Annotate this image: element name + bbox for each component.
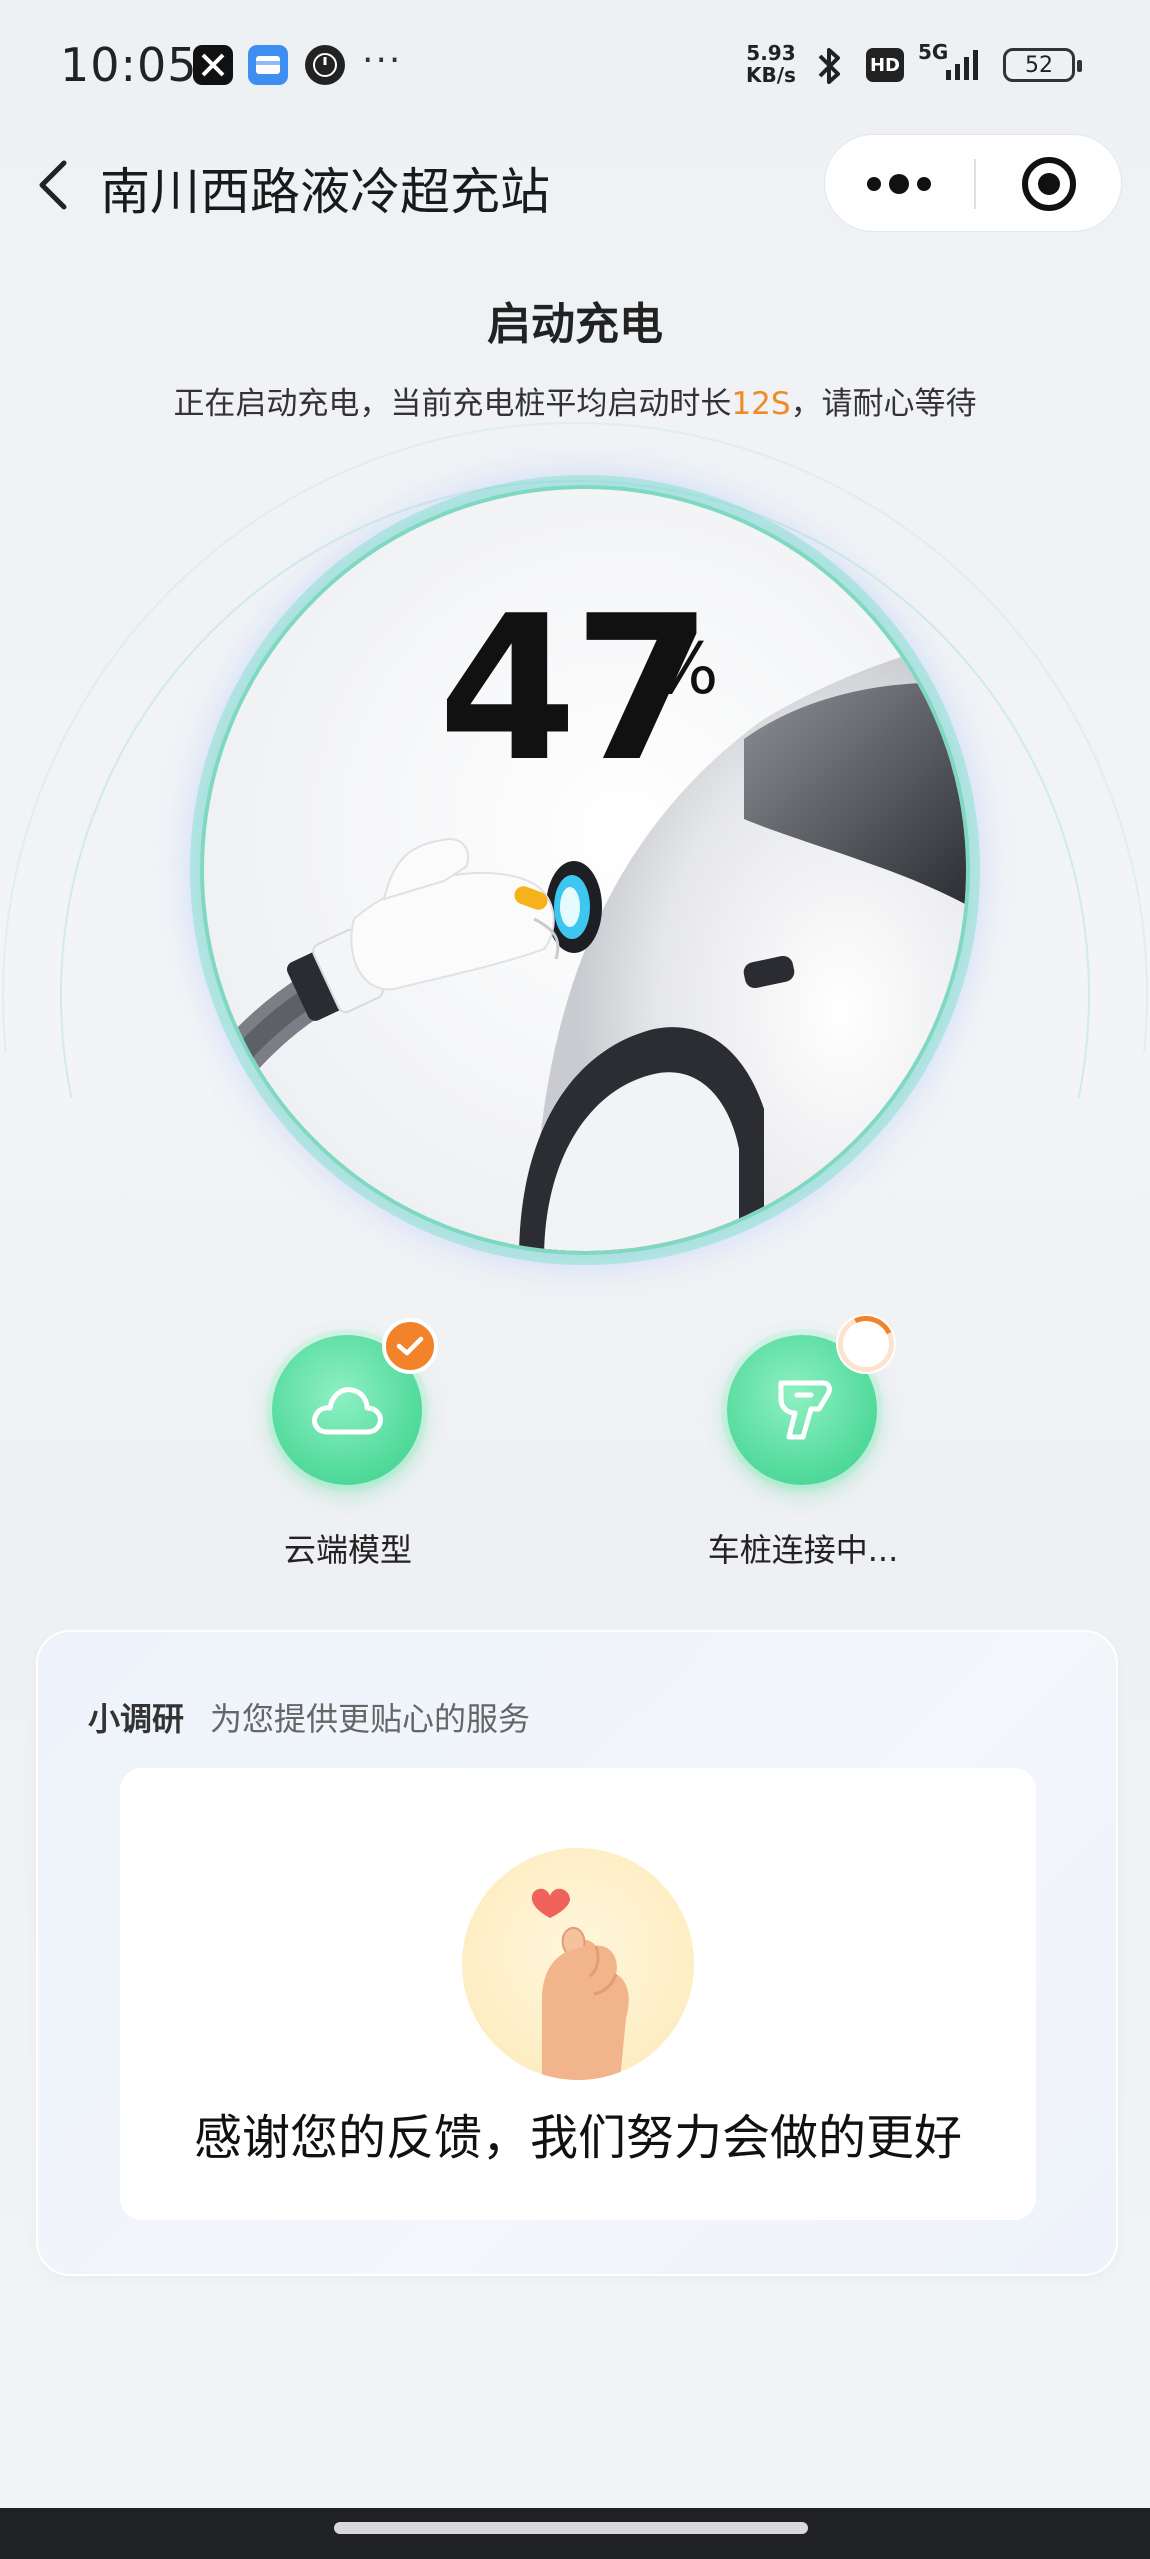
survey-card: 小调研 为您提供更贴心的服务 感谢您的反馈，我们努力会做的更好 [36, 1630, 1118, 2276]
survey-thanks-panel: 感谢您的反馈，我们努力会做的更好 [120, 1768, 1036, 2220]
hd-icon: HD [866, 48, 904, 82]
charging-visual [0, 422, 1150, 1290]
status-bar: 10:05 ··· 5.93 KB/s HD 5G 52 [0, 0, 1150, 130]
page-title: 南川西路液冷超充站 [100, 163, 550, 221]
net-speed-value: 5.93 [746, 41, 796, 65]
target-close-icon [1022, 157, 1076, 211]
mini-program-capsule [824, 134, 1122, 232]
back-button[interactable] [28, 155, 80, 215]
charging-heading: 启动充电 [487, 299, 663, 350]
step-label-connecting: 车桩连接中... [707, 1531, 899, 1569]
battery-icon: 52 [1003, 48, 1082, 82]
bluetooth-icon [812, 44, 848, 92]
step-done-badge [382, 1318, 438, 1374]
more-button[interactable] [825, 135, 973, 233]
net-speed: 5.93 KB/s [746, 42, 796, 86]
signal-icon [940, 46, 988, 86]
status-more-dots: ··· [362, 40, 403, 81]
avg-start-time: 12S [731, 386, 791, 422]
home-indicator[interactable] [334, 2522, 808, 2534]
survey-title: 小调研 [88, 1700, 185, 1738]
percent-sign: % [652, 628, 719, 710]
net-speed-unit: KB/s [746, 63, 796, 87]
more-dots-icon [867, 174, 931, 194]
cloud-icon [312, 1387, 383, 1435]
finger-heart-icon [462, 1848, 694, 2080]
survey-subtitle: 为您提供更贴心的服务 [210, 1700, 531, 1738]
checkmark-icon [396, 1336, 424, 1356]
thanks-message: 感谢您的反馈，我们努力会做的更好 [193, 2110, 962, 2166]
subtitle-prefix: 正在启动充电，当前充电桩平均启动时长 [173, 386, 732, 422]
chevron-left-icon [39, 160, 67, 210]
step-loading-badge [838, 1316, 894, 1372]
charger-plug-icon [778, 1380, 832, 1440]
wallet-app-icon [248, 45, 288, 85]
status-time: 10:05 [60, 38, 198, 92]
x-app-icon [193, 45, 233, 85]
clock-app-icon [305, 45, 345, 85]
close-button[interactable] [975, 135, 1123, 233]
charging-subtitle: 正在启动充电，当前充电桩平均启动时长12S，请耐心等待 [0, 378, 1150, 423]
step-label-cloud-model: 云端模型 [283, 1531, 412, 1569]
subtitle-suffix: ，请耐心等待 [790, 386, 977, 422]
